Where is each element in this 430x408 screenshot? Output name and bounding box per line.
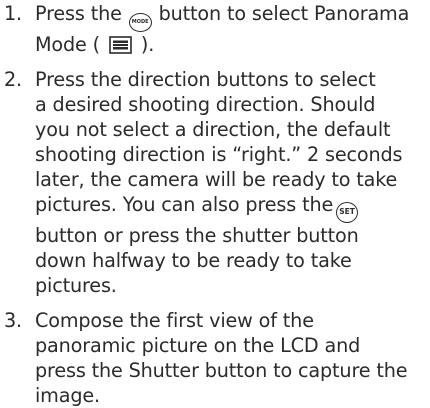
step-text: ). [134,33,155,56]
step-number: 3. [4,309,23,332]
step-line: button or press the shutter button [35,224,359,247]
step-text: pictures. You can also press the [35,193,334,216]
set-button-icon: SET [336,202,359,223]
instruction-list: 1. Press the MODE button to select Panor… [4,0,430,408]
step-line: you not select a direction, the default [35,118,391,141]
step-text: button to select Panorama [152,2,410,25]
step-line: image. [35,384,100,407]
step-number: 1. [4,2,23,25]
step-line: Press the direction buttons to select [35,68,376,91]
step-text: Press the [35,2,128,25]
step-2: 2. Press the direction buttons to select… [4,67,430,298]
step-line: Compose the first view of the [35,309,314,332]
step-1: 1. Press the MODE button to select Panor… [4,1,430,57]
step-3: 3. Compose the first view of the panoram… [4,308,430,408]
step-line: down halfway to be ready to take [35,249,352,272]
step-line: Mode ( ). [35,32,430,57]
step-line: a desired shooting direction. Should [35,93,376,116]
step-line: pictures. [35,274,117,297]
step-line: Press the MODE button to select Panorama [35,1,430,32]
step-number: 2. [4,68,23,91]
step-line: later, the camera will be ready to take [35,168,398,191]
step-line: press the Shutter button to capture the [35,359,408,382]
step-text: Mode ( [35,33,106,56]
step-line: panoramic picture on the LCD and [35,334,361,357]
step-line: pictures. You can also press the SET [35,192,430,223]
mode-button-icon: MODE [128,13,152,32]
panorama-mode-icon [109,36,132,54]
step-line: shooting direction is “right.” 2 seconds [35,143,403,166]
